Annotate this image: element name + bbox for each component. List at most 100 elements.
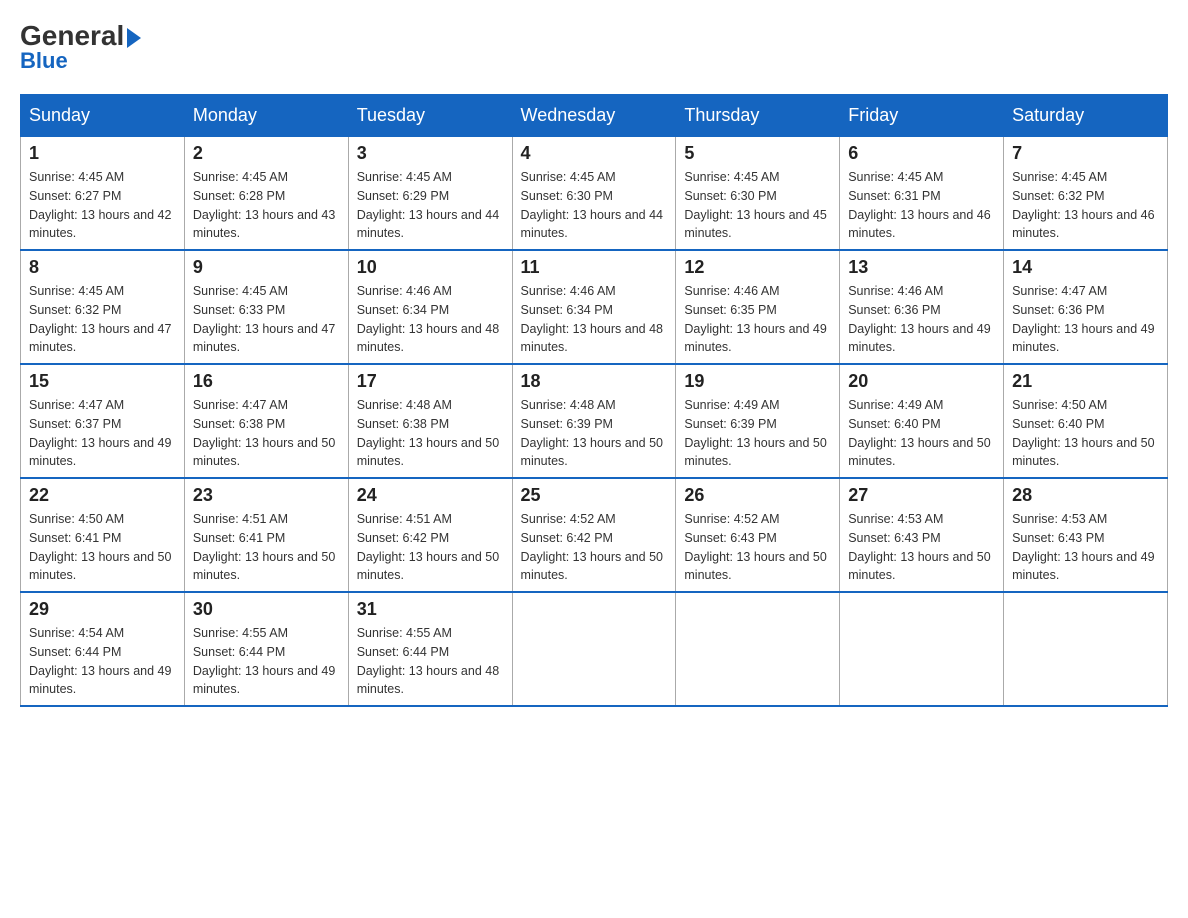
day-number: 5 <box>684 143 831 164</box>
day-info: Sunrise: 4:53 AMSunset: 6:43 PMDaylight:… <box>1012 512 1154 582</box>
calendar-header-monday: Monday <box>184 95 348 137</box>
calendar-cell: 22 Sunrise: 4:50 AMSunset: 6:41 PMDaylig… <box>21 478 185 592</box>
calendar-cell: 11 Sunrise: 4:46 AMSunset: 6:34 PMDaylig… <box>512 250 676 364</box>
calendar-cell: 1 Sunrise: 4:45 AMSunset: 6:27 PMDayligh… <box>21 137 185 251</box>
calendar-header-wednesday: Wednesday <box>512 95 676 137</box>
calendar-cell: 3 Sunrise: 4:45 AMSunset: 6:29 PMDayligh… <box>348 137 512 251</box>
day-info: Sunrise: 4:51 AMSunset: 6:42 PMDaylight:… <box>357 512 499 582</box>
day-number: 27 <box>848 485 995 506</box>
day-number: 20 <box>848 371 995 392</box>
day-info: Sunrise: 4:45 AMSunset: 6:28 PMDaylight:… <box>193 170 335 240</box>
day-info: Sunrise: 4:46 AMSunset: 6:34 PMDaylight:… <box>357 284 499 354</box>
day-number: 8 <box>29 257 176 278</box>
calendar-cell: 9 Sunrise: 4:45 AMSunset: 6:33 PMDayligh… <box>184 250 348 364</box>
day-info: Sunrise: 4:55 AMSunset: 6:44 PMDaylight:… <box>193 626 335 696</box>
calendar-cell: 30 Sunrise: 4:55 AMSunset: 6:44 PMDaylig… <box>184 592 348 706</box>
day-number: 14 <box>1012 257 1159 278</box>
calendar-cell: 18 Sunrise: 4:48 AMSunset: 6:39 PMDaylig… <box>512 364 676 478</box>
day-number: 1 <box>29 143 176 164</box>
day-info: Sunrise: 4:50 AMSunset: 6:41 PMDaylight:… <box>29 512 171 582</box>
calendar-header-tuesday: Tuesday <box>348 95 512 137</box>
day-info: Sunrise: 4:54 AMSunset: 6:44 PMDaylight:… <box>29 626 171 696</box>
calendar-cell: 6 Sunrise: 4:45 AMSunset: 6:31 PMDayligh… <box>840 137 1004 251</box>
calendar-header-row: SundayMondayTuesdayWednesdayThursdayFrid… <box>21 95 1168 137</box>
calendar-cell: 29 Sunrise: 4:54 AMSunset: 6:44 PMDaylig… <box>21 592 185 706</box>
calendar-cell: 23 Sunrise: 4:51 AMSunset: 6:41 PMDaylig… <box>184 478 348 592</box>
day-number: 31 <box>357 599 504 620</box>
day-info: Sunrise: 4:55 AMSunset: 6:44 PMDaylight:… <box>357 626 499 696</box>
calendar-header-saturday: Saturday <box>1004 95 1168 137</box>
day-number: 22 <box>29 485 176 506</box>
calendar-week-row: 8 Sunrise: 4:45 AMSunset: 6:32 PMDayligh… <box>21 250 1168 364</box>
day-info: Sunrise: 4:45 AMSunset: 6:30 PMDaylight:… <box>684 170 826 240</box>
day-info: Sunrise: 4:47 AMSunset: 6:37 PMDaylight:… <box>29 398 171 468</box>
day-number: 11 <box>521 257 668 278</box>
calendar-cell: 27 Sunrise: 4:53 AMSunset: 6:43 PMDaylig… <box>840 478 1004 592</box>
day-info: Sunrise: 4:51 AMSunset: 6:41 PMDaylight:… <box>193 512 335 582</box>
calendar-header-sunday: Sunday <box>21 95 185 137</box>
day-info: Sunrise: 4:52 AMSunset: 6:42 PMDaylight:… <box>521 512 663 582</box>
day-number: 16 <box>193 371 340 392</box>
day-number: 21 <box>1012 371 1159 392</box>
day-info: Sunrise: 4:45 AMSunset: 6:30 PMDaylight:… <box>521 170 663 240</box>
calendar-cell: 14 Sunrise: 4:47 AMSunset: 6:36 PMDaylig… <box>1004 250 1168 364</box>
logo: General Blue <box>20 20 141 74</box>
calendar-cell: 2 Sunrise: 4:45 AMSunset: 6:28 PMDayligh… <box>184 137 348 251</box>
calendar-cell <box>840 592 1004 706</box>
day-number: 30 <box>193 599 340 620</box>
calendar-cell: 15 Sunrise: 4:47 AMSunset: 6:37 PMDaylig… <box>21 364 185 478</box>
day-number: 12 <box>684 257 831 278</box>
calendar-cell <box>676 592 840 706</box>
calendar-cell: 4 Sunrise: 4:45 AMSunset: 6:30 PMDayligh… <box>512 137 676 251</box>
calendar-week-row: 1 Sunrise: 4:45 AMSunset: 6:27 PMDayligh… <box>21 137 1168 251</box>
day-info: Sunrise: 4:47 AMSunset: 6:38 PMDaylight:… <box>193 398 335 468</box>
calendar-cell: 10 Sunrise: 4:46 AMSunset: 6:34 PMDaylig… <box>348 250 512 364</box>
day-info: Sunrise: 4:49 AMSunset: 6:40 PMDaylight:… <box>848 398 990 468</box>
day-number: 4 <box>521 143 668 164</box>
day-number: 3 <box>357 143 504 164</box>
calendar-cell: 5 Sunrise: 4:45 AMSunset: 6:30 PMDayligh… <box>676 137 840 251</box>
day-number: 17 <box>357 371 504 392</box>
day-info: Sunrise: 4:48 AMSunset: 6:39 PMDaylight:… <box>521 398 663 468</box>
day-number: 26 <box>684 485 831 506</box>
calendar-cell: 26 Sunrise: 4:52 AMSunset: 6:43 PMDaylig… <box>676 478 840 592</box>
calendar-cell: 13 Sunrise: 4:46 AMSunset: 6:36 PMDaylig… <box>840 250 1004 364</box>
day-info: Sunrise: 4:47 AMSunset: 6:36 PMDaylight:… <box>1012 284 1154 354</box>
calendar-header-thursday: Thursday <box>676 95 840 137</box>
calendar-cell <box>1004 592 1168 706</box>
day-info: Sunrise: 4:48 AMSunset: 6:38 PMDaylight:… <box>357 398 499 468</box>
day-info: Sunrise: 4:50 AMSunset: 6:40 PMDaylight:… <box>1012 398 1154 468</box>
day-info: Sunrise: 4:46 AMSunset: 6:36 PMDaylight:… <box>848 284 990 354</box>
logo-blue: Blue <box>20 48 141 74</box>
calendar-cell: 24 Sunrise: 4:51 AMSunset: 6:42 PMDaylig… <box>348 478 512 592</box>
day-info: Sunrise: 4:46 AMSunset: 6:35 PMDaylight:… <box>684 284 826 354</box>
day-info: Sunrise: 4:45 AMSunset: 6:29 PMDaylight:… <box>357 170 499 240</box>
calendar-week-row: 22 Sunrise: 4:50 AMSunset: 6:41 PMDaylig… <box>21 478 1168 592</box>
logo-general: General <box>20 20 141 51</box>
calendar-cell <box>512 592 676 706</box>
calendar-cell: 21 Sunrise: 4:50 AMSunset: 6:40 PMDaylig… <box>1004 364 1168 478</box>
day-info: Sunrise: 4:45 AMSunset: 6:27 PMDaylight:… <box>29 170 171 240</box>
page-header: General Blue <box>20 20 1168 74</box>
calendar-cell: 20 Sunrise: 4:49 AMSunset: 6:40 PMDaylig… <box>840 364 1004 478</box>
day-info: Sunrise: 4:53 AMSunset: 6:43 PMDaylight:… <box>848 512 990 582</box>
day-number: 2 <box>193 143 340 164</box>
day-number: 9 <box>193 257 340 278</box>
calendar-table: SundayMondayTuesdayWednesdayThursdayFrid… <box>20 94 1168 707</box>
day-number: 24 <box>357 485 504 506</box>
day-number: 15 <box>29 371 176 392</box>
day-info: Sunrise: 4:49 AMSunset: 6:39 PMDaylight:… <box>684 398 826 468</box>
day-number: 18 <box>521 371 668 392</box>
calendar-cell: 28 Sunrise: 4:53 AMSunset: 6:43 PMDaylig… <box>1004 478 1168 592</box>
day-number: 25 <box>521 485 668 506</box>
day-info: Sunrise: 4:45 AMSunset: 6:32 PMDaylight:… <box>1012 170 1154 240</box>
calendar-cell: 17 Sunrise: 4:48 AMSunset: 6:38 PMDaylig… <box>348 364 512 478</box>
calendar-week-row: 29 Sunrise: 4:54 AMSunset: 6:44 PMDaylig… <box>21 592 1168 706</box>
day-number: 29 <box>29 599 176 620</box>
calendar-cell: 8 Sunrise: 4:45 AMSunset: 6:32 PMDayligh… <box>21 250 185 364</box>
day-number: 13 <box>848 257 995 278</box>
calendar-header-friday: Friday <box>840 95 1004 137</box>
day-info: Sunrise: 4:45 AMSunset: 6:32 PMDaylight:… <box>29 284 171 354</box>
day-number: 6 <box>848 143 995 164</box>
day-number: 7 <box>1012 143 1159 164</box>
